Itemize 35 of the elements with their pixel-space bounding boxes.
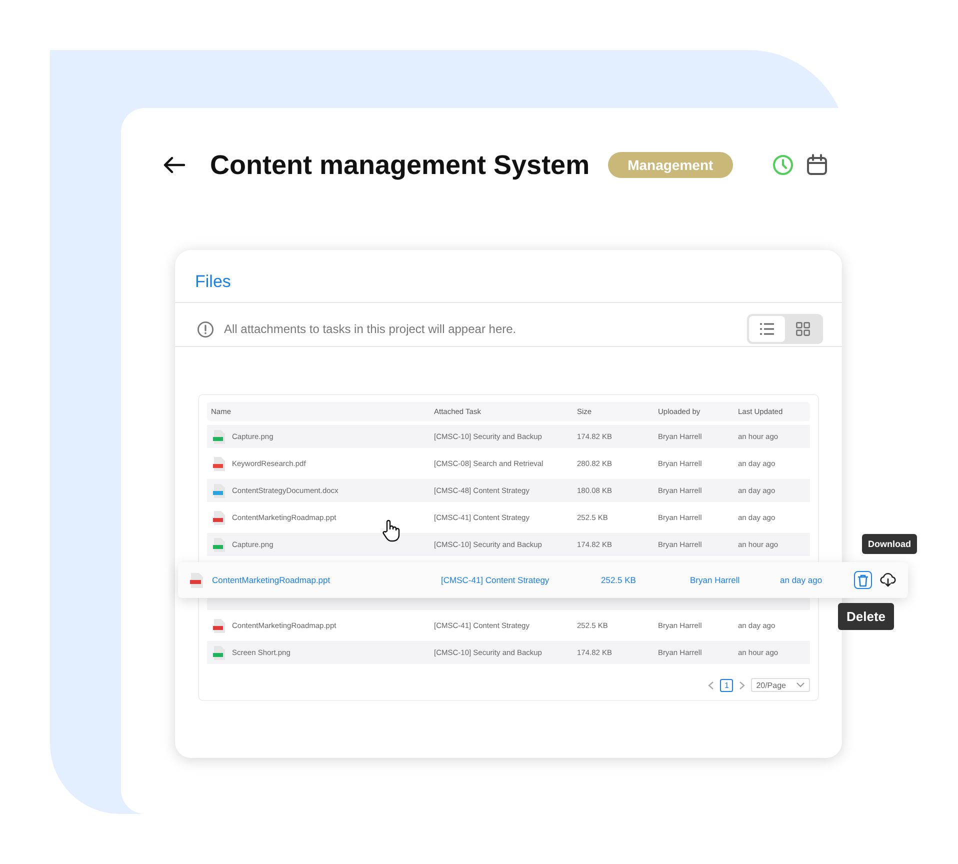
file-icon bbox=[213, 618, 225, 632]
file-icon bbox=[213, 456, 225, 470]
list-view-button[interactable] bbox=[749, 316, 785, 342]
calendar-icon[interactable] bbox=[806, 154, 828, 176]
file-icon bbox=[213, 430, 225, 444]
panel-title: Files bbox=[175, 250, 842, 303]
file-icon bbox=[213, 484, 225, 498]
file-icon bbox=[213, 538, 225, 552]
page-title: Content management System bbox=[210, 150, 590, 180]
page-size-select[interactable]: 20/Page bbox=[751, 678, 810, 692]
info-icon bbox=[197, 320, 214, 338]
file-name: ContentMarketingRoadmap.ppt bbox=[212, 575, 332, 585]
next-page-icon[interactable] bbox=[739, 680, 746, 690]
dragged-row[interactable]: ContentMarketingRoadmap.ppt [CMSC-41] Content Strategy 252.5 KB Bryan Harrell an day ago bbox=[178, 562, 908, 598]
file-icon bbox=[213, 510, 225, 524]
page-button[interactable]: 1 bbox=[720, 678, 734, 692]
grid-icon bbox=[796, 322, 810, 336]
download-button[interactable] bbox=[879, 571, 897, 589]
back-arrow-icon[interactable] bbox=[163, 156, 185, 174]
table-cell-text: Bryan Harrell bbox=[690, 575, 741, 585]
table-cell-text: an day ago bbox=[780, 575, 824, 585]
notice-text: All attachments to tasks in this project will appear here. bbox=[224, 322, 516, 336]
list-icon bbox=[760, 323, 774, 335]
file-icon bbox=[190, 572, 203, 588]
table-cell-text: 252.5 KB bbox=[601, 575, 637, 585]
category-tag: Management bbox=[608, 152, 734, 178]
tooltip: Download bbox=[862, 534, 917, 554]
chevron-down-icon bbox=[796, 682, 805, 688]
tooltip: Delete bbox=[838, 603, 894, 630]
delete-button[interactable] bbox=[854, 571, 872, 589]
file-icon bbox=[213, 646, 225, 660]
clock-icon[interactable] bbox=[772, 154, 794, 176]
hand-cursor-icon bbox=[382, 519, 400, 542]
previous-page-icon[interactable] bbox=[708, 680, 714, 690]
table-cell-text: [CMSC-41] Content Strategy bbox=[441, 575, 550, 585]
